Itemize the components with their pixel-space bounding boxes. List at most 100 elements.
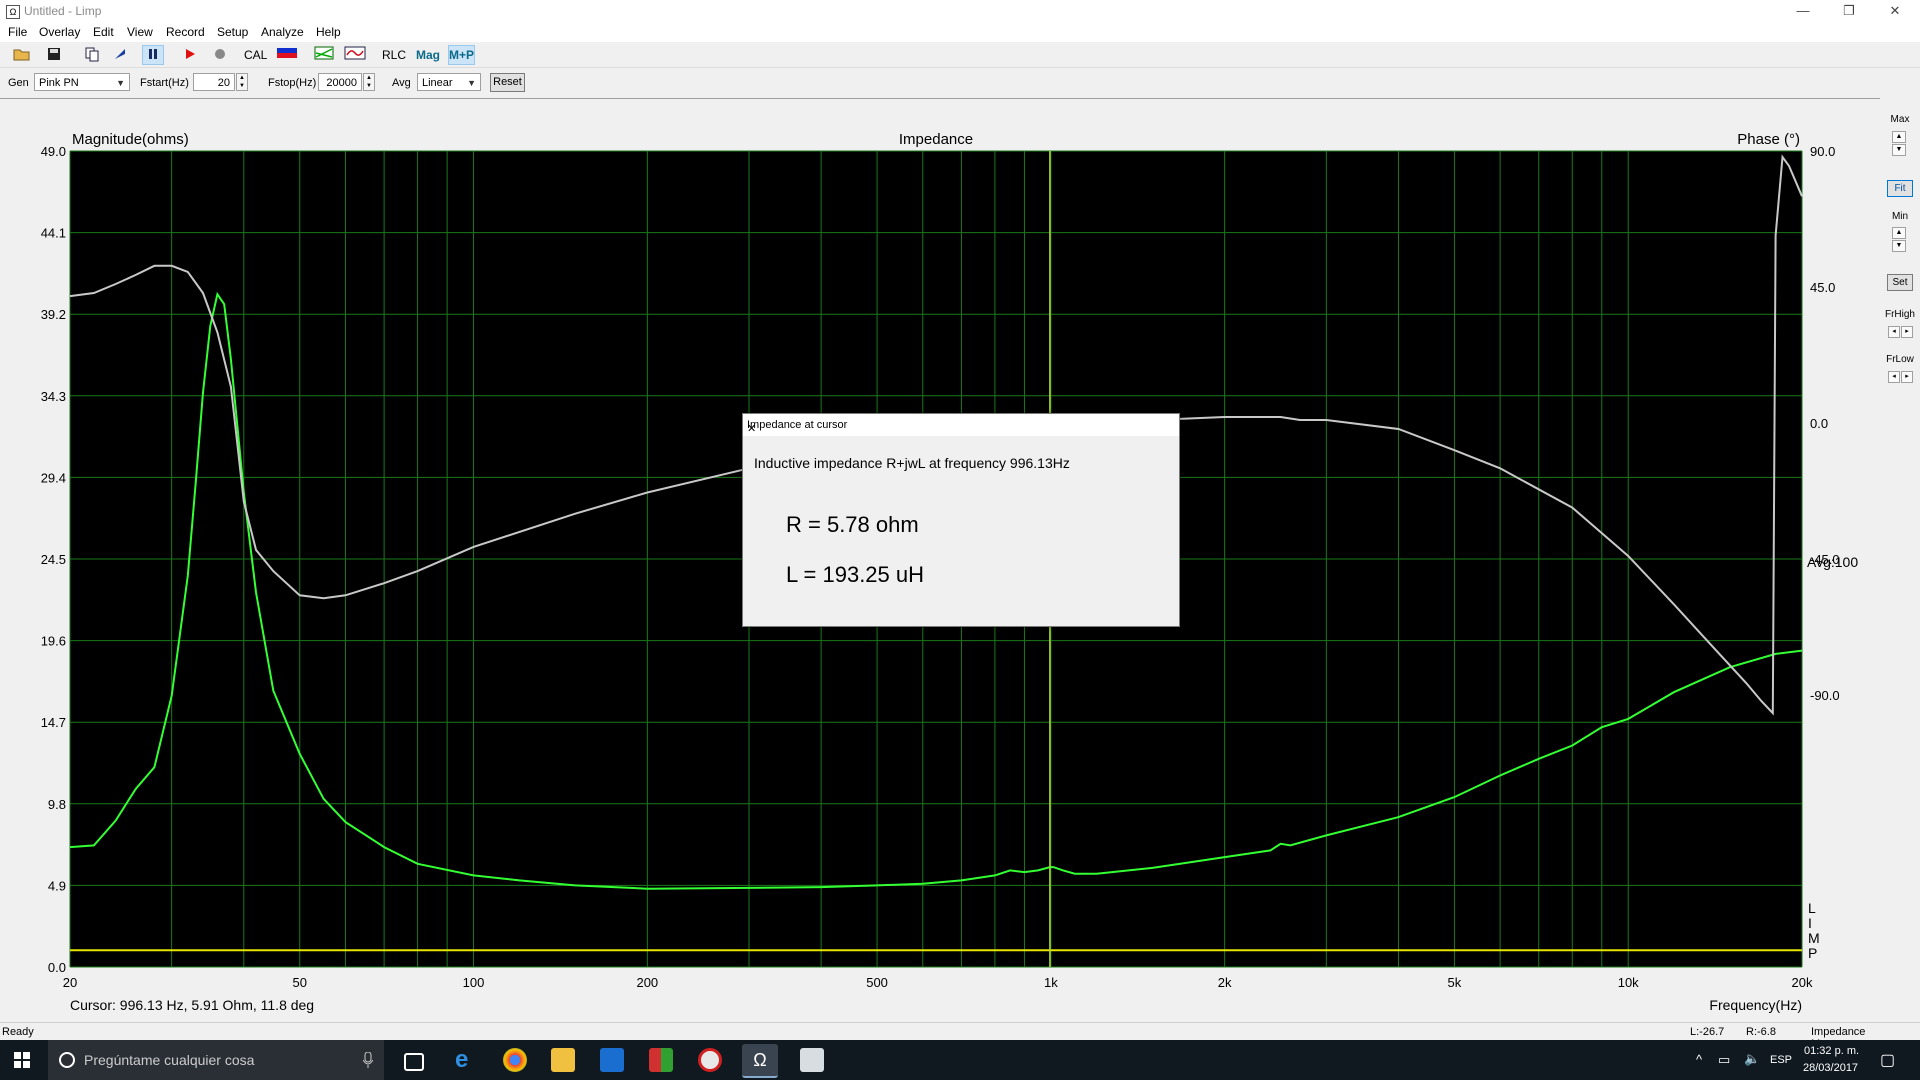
chevron-down-icon: ▼: [116, 78, 125, 88]
notification-icon[interactable]: ▢: [1880, 1050, 1895, 1070]
store-icon[interactable]: [600, 1048, 624, 1072]
fstart-label: Fstart(Hz): [140, 77, 189, 89]
fstop-input[interactable]: 20000: [318, 73, 362, 91]
menu-view[interactable]: View: [127, 25, 153, 39]
inductance-value: L = 193.25 uH: [786, 562, 925, 587]
y-tick-label: 44.1: [41, 226, 66, 241]
fstart-spinner[interactable]: ▲ ▼: [236, 73, 248, 91]
impedance-dialog: Impedance at cursor ✕ Inductive impedanc…: [742, 413, 1180, 627]
cortana-icon: [59, 1052, 75, 1068]
y2-tick-label: 90.0: [1810, 144, 1835, 159]
close-button[interactable]: ✕: [1872, 0, 1918, 22]
x-tick-label: 200: [636, 975, 658, 990]
task-view-icon[interactable]: [404, 1053, 424, 1071]
chart-title: Impedance: [899, 131, 973, 148]
x-tick-label: 50: [293, 975, 307, 990]
tray-chevron-icon[interactable]: ^: [1696, 1052, 1702, 1067]
marker-icon[interactable]: [110, 46, 130, 64]
toolbar: CAL RLC Mag M+P: [0, 43, 1920, 68]
reset-button[interactable]: Reset: [490, 73, 525, 92]
app-icon-red[interactable]: [698, 1048, 722, 1072]
status-text: Ready: [2, 1026, 34, 1038]
x-tick-label: 2k: [1218, 975, 1232, 990]
file-explorer-icon[interactable]: [551, 1048, 575, 1072]
average-count-label: Avg:100: [1807, 554, 1858, 570]
frhigh-right-spinner[interactable]: ▸: [1901, 326, 1913, 338]
save-icon[interactable]: [44, 46, 64, 64]
minimize-button[interactable]: —: [1780, 0, 1826, 22]
taskbar-search[interactable]: Pregúntame cualquier cosa: [48, 1040, 384, 1080]
fstop-spinner[interactable]: ▲ ▼: [363, 73, 375, 91]
dialog-message: Inductive impedance R+jwL at frequency 9…: [754, 455, 1070, 471]
clock-date[interactable]: 28/03/2017: [1803, 1062, 1858, 1074]
graph-icon[interactable]: [314, 46, 334, 64]
gen-label: Gen: [8, 77, 29, 89]
y-tick-label: 14.7: [41, 715, 66, 730]
wave-icon[interactable]: [344, 46, 366, 64]
set-button[interactable]: Set: [1887, 274, 1913, 291]
y-tick-label: 39.2: [41, 307, 66, 322]
title-bar: Ω Untitled - Limp — ❐ ✕: [0, 0, 1920, 22]
min-up-spinner[interactable]: ▲: [1892, 227, 1906, 239]
network-icon[interactable]: ▭: [1718, 1052, 1730, 1068]
chevron-down-icon: ▼: [467, 78, 476, 88]
avg-label: Avg: [392, 77, 411, 89]
cal-button[interactable]: CAL: [244, 46, 267, 64]
menu-edit[interactable]: Edit: [93, 25, 114, 39]
menu-bar: File Overlay Edit View Record Setup Anal…: [0, 22, 1920, 42]
restore-button[interactable]: ❐: [1826, 0, 1872, 22]
side-letter: L: [1808, 900, 1816, 916]
menu-setup[interactable]: Setup: [217, 25, 248, 39]
avg-select[interactable]: Linear ▼: [417, 73, 481, 91]
gen-select[interactable]: Pink PN ▼: [34, 73, 130, 91]
menu-record[interactable]: Record: [166, 25, 205, 39]
menu-overlay[interactable]: Overlay: [39, 25, 80, 39]
frhigh-left-spinner[interactable]: ◂: [1888, 326, 1900, 338]
mp-button[interactable]: M+P: [448, 45, 476, 65]
clock-time[interactable]: 01:32 p. m.: [1804, 1045, 1859, 1057]
play-icon[interactable]: [180, 46, 200, 64]
menu-analyze[interactable]: Analyze: [261, 25, 304, 39]
microphone-icon[interactable]: [363, 1052, 373, 1068]
window-title: Untitled - Limp: [24, 4, 102, 18]
y-tick-label: 29.4: [41, 470, 66, 485]
fit-button[interactable]: Fit: [1887, 180, 1913, 197]
y-tick-label: 4.9: [48, 878, 66, 893]
mag-button[interactable]: Mag: [416, 46, 440, 64]
windows-start-icon[interactable]: [14, 1052, 30, 1071]
dialog-title-bar: Impedance at cursor ✕: [743, 414, 1179, 436]
min-down-spinner[interactable]: ▼: [1892, 240, 1906, 252]
limp-taskbar-icon[interactable]: Ω: [742, 1044, 778, 1078]
pause-icon[interactable]: [142, 45, 164, 65]
y-tick-label: 49.0: [41, 144, 66, 159]
rlc-button[interactable]: RLC: [382, 46, 406, 64]
color-icon[interactable]: [276, 46, 298, 64]
language-indicator[interactable]: ESP: [1770, 1054, 1792, 1066]
frlow-left-spinner[interactable]: ◂: [1888, 371, 1900, 383]
x-tick-label: 100: [463, 975, 485, 990]
stop-record-icon[interactable]: [210, 46, 230, 64]
open-folder-icon[interactable]: [12, 46, 32, 64]
menu-file[interactable]: File: [8, 25, 27, 39]
max-up-spinner[interactable]: ▲: [1892, 131, 1906, 143]
app-icon-multicolor[interactable]: [649, 1048, 673, 1072]
dialog-close-button[interactable]: ✕: [747, 419, 1169, 439]
frlow-right-spinner[interactable]: ▸: [1901, 371, 1913, 383]
menu-help[interactable]: Help: [316, 25, 341, 39]
x-tick-label: 20: [63, 975, 77, 990]
control-bar: Gen Pink PN ▼ Fstart(Hz) 20 ▲ ▼ Fstop(Hz)…: [0, 70, 1920, 96]
gen-value: Pink PN: [39, 77, 79, 89]
y2-axis-title: Phase (°): [1737, 131, 1800, 148]
frhigh-label: FrHigh: [1884, 309, 1915, 320]
app-icon-document[interactable]: [800, 1048, 824, 1072]
volume-icon[interactable]: 🔈: [1744, 1051, 1760, 1067]
max-label: Max: [1890, 114, 1910, 125]
resistance-value: R = 5.78 ohm: [786, 512, 919, 537]
y2-tick-label: -90.0: [1810, 688, 1840, 703]
chrome-icon[interactable]: [503, 1048, 527, 1072]
fstart-input[interactable]: 20: [193, 73, 235, 91]
y-tick-label: 34.3: [41, 389, 66, 404]
max-down-spinner[interactable]: ▼: [1892, 144, 1906, 156]
edge-icon[interactable]: e: [455, 1048, 479, 1072]
copy-icon[interactable]: [82, 46, 102, 64]
